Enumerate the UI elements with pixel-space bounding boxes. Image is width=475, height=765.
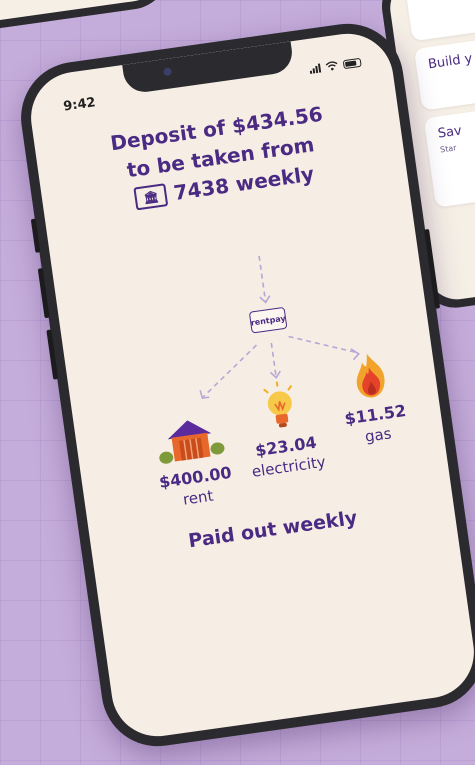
house-icon	[159, 420, 225, 464]
background-card-build-title: Build y	[427, 51, 474, 73]
phone-screen: 9:42 Deposit of $434.56 to be taken from…	[25, 27, 475, 743]
phone-volume-down-button	[46, 329, 59, 380]
flame-icon	[356, 353, 385, 398]
payee-gas: $11.52 gas	[312, 344, 434, 452]
background-phone-top	[0, 0, 175, 36]
lightbulb-icon	[263, 381, 293, 428]
phone-volume-up-button	[37, 268, 50, 319]
arrow-to-electricity	[270, 342, 277, 377]
main-phone: 9:42 Deposit of $434.56 to be taken from…	[13, 16, 475, 754]
background-card-top-partial	[404, 0, 475, 42]
background-card-save-title: Sav	[436, 123, 463, 142]
phone-side-button	[30, 218, 41, 253]
background-card-save: Sav Star	[423, 96, 475, 208]
background-phone-top-screen	[0, 0, 166, 27]
arrow-to-logo	[258, 255, 267, 302]
